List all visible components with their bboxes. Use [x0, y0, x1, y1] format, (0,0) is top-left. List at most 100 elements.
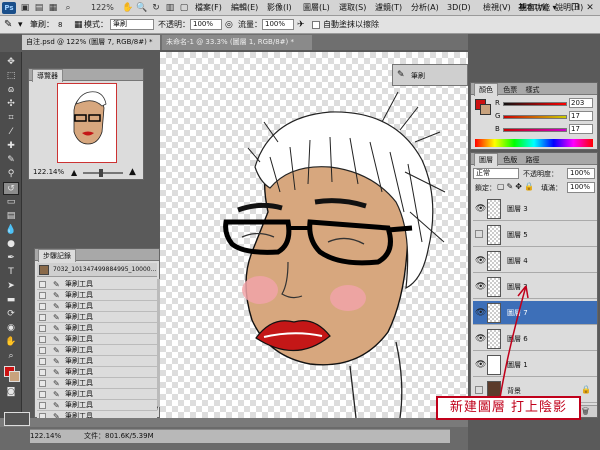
- brush-panel-button[interactable]: ✎ 筆刷: [392, 64, 468, 86]
- marquee-tool-icon[interactable]: ⬚: [3, 70, 19, 83]
- tab-styles[interactable]: 樣式: [522, 86, 542, 94]
- menu-item[interactable]: 說明(H): [555, 2, 583, 14]
- minibridge-icon[interactable]: ▤: [33, 2, 45, 14]
- navigator-thumbnail[interactable]: [57, 83, 117, 163]
- 3d-rotate-tool-icon[interactable]: ⟳: [3, 308, 19, 321]
- history-brush-tool-icon[interactable]: ↺: [3, 182, 19, 195]
- flow-input[interactable]: 100%: [262, 19, 294, 30]
- navigator-zoom-value[interactable]: 122.14%: [33, 168, 64, 176]
- history-brush-source-box[interactable]: [39, 347, 46, 354]
- close-icon[interactable]: ✕: [583, 2, 597, 14]
- history-state[interactable]: ✎ 筆刷工具: [37, 290, 157, 301]
- history-state[interactable]: ✎ 筆刷工具: [37, 356, 157, 367]
- hand-icon[interactable]: ✋: [122, 2, 134, 14]
- horizontal-scrollbar[interactable]: [0, 418, 468, 427]
- tab-layers[interactable]: 圖層: [474, 153, 498, 166]
- layer-row[interactable]: 圖層 5: [473, 223, 597, 247]
- r-value[interactable]: 203: [569, 98, 593, 108]
- history-state[interactable]: ✎ 筆刷工具: [37, 345, 157, 356]
- color-spectrum-bar[interactable]: [475, 139, 593, 147]
- history-brush-source-box[interactable]: [39, 402, 46, 409]
- menu-item[interactable]: 影像(I): [267, 2, 292, 14]
- zoom-out-icon[interactable]: ▲: [71, 169, 77, 177]
- history-brush-source-box[interactable]: [39, 358, 46, 365]
- r-slider[interactable]: [503, 102, 567, 106]
- history-state[interactable]: ✎ 筆刷工具: [37, 334, 157, 345]
- history-state[interactable]: ✎ 筆刷工具: [37, 367, 157, 378]
- zoom-level[interactable]: 122%: [91, 2, 114, 14]
- menu-item[interactable]: 濾鏡(T): [375, 2, 402, 14]
- menu-item[interactable]: 檔案(F): [195, 2, 222, 14]
- menu-item[interactable]: 3D(D): [447, 2, 471, 14]
- clone-stamp-tool-icon[interactable]: ⚲: [3, 168, 19, 181]
- brush-tool-icon[interactable]: ✎: [4, 19, 12, 31]
- hand-tool-icon[interactable]: ✋: [3, 336, 19, 349]
- history-brush-source-box[interactable]: [39, 281, 46, 288]
- history-brush-source-box[interactable]: [39, 325, 46, 332]
- status-zoom[interactable]: 122.14%: [30, 431, 61, 441]
- path-select-tool-icon[interactable]: ➤: [3, 280, 19, 293]
- history-brush-source-box[interactable]: [39, 369, 46, 376]
- gradient-tool-icon[interactable]: ▤: [3, 210, 19, 223]
- eyedropper-tool-icon[interactable]: ⁄: [3, 126, 19, 139]
- bridge-icon[interactable]: ▣: [19, 2, 31, 14]
- menu-item[interactable]: 選取(S): [339, 2, 366, 14]
- menu-item[interactable]: 視窗(W): [519, 2, 549, 14]
- pen-tool-icon[interactable]: ✒: [3, 252, 19, 265]
- history-brush-source-box[interactable]: [39, 380, 46, 387]
- opacity-input[interactable]: 100%: [190, 19, 222, 30]
- zoom-icon[interactable]: 🔍: [136, 2, 148, 14]
- tab-untitled-document[interactable]: 未命名-1 @ 33.3% (圖層 1, RGB/8#) *: [162, 35, 312, 50]
- bg-color-chip[interactable]: [480, 104, 491, 115]
- brush-tool-icon[interactable]: ✎: [3, 154, 19, 167]
- history-brush-source-box[interactable]: [39, 314, 46, 321]
- visibility-eye-icon[interactable]: 👁: [475, 204, 486, 214]
- eraser-tool-icon[interactable]: ▭: [3, 196, 19, 209]
- opacity-pressure-icon[interactable]: ◎: [225, 19, 233, 31]
- 3d-orbit-tool-icon[interactable]: ◉: [3, 322, 19, 335]
- history-brush-source-box[interactable]: [39, 303, 46, 310]
- layer-opacity-input[interactable]: 100%: [567, 168, 595, 179]
- quick-select-tool-icon[interactable]: ✣: [3, 98, 19, 111]
- history-state[interactable]: ✎ 筆刷工具: [37, 400, 157, 411]
- quick-mask-icon[interactable]: ◙: [3, 386, 19, 399]
- menu-item[interactable]: 編輯(E): [231, 2, 258, 14]
- zoom-in-icon[interactable]: ▲: [129, 168, 136, 177]
- move-tool-icon[interactable]: ✥: [3, 56, 19, 69]
- menu-item[interactable]: 檢視(V): [483, 2, 511, 14]
- auto-erase-checkbox[interactable]: [312, 21, 320, 29]
- history-state[interactable]: ✎ 筆刷工具: [37, 389, 157, 400]
- tool-preset-arrow-icon[interactable]: ▾: [18, 19, 23, 31]
- airbrush-icon[interactable]: ✈: [297, 19, 305, 31]
- healing-brush-tool-icon[interactable]: ✚: [3, 140, 19, 153]
- navigator-zoom-slider[interactable]: [83, 172, 123, 174]
- history-tab[interactable]: 步驟記錄: [38, 249, 76, 262]
- shape-tool-icon[interactable]: ▬: [3, 294, 19, 307]
- history-brush-source-box[interactable]: [39, 391, 46, 398]
- blend-mode-select[interactable]: 正常: [473, 168, 519, 179]
- zoom-tool-icon[interactable]: ⌕: [3, 350, 19, 363]
- dodge-tool-icon[interactable]: ●: [3, 238, 19, 251]
- tab-paths[interactable]: 路徑: [522, 156, 542, 164]
- history-state[interactable]: ✎ 筆刷工具: [37, 378, 157, 389]
- history-state[interactable]: ✎ 筆刷工具: [37, 323, 157, 334]
- visibility-eye-icon[interactable]: 👁: [475, 256, 486, 266]
- layer-row[interactable]: 👁 圖層 4: [473, 249, 597, 273]
- g-value[interactable]: 17: [569, 111, 593, 121]
- zoom-level-icon[interactable]: ⌕: [62, 2, 74, 14]
- brush-panel-toggle-icon[interactable]: ▦: [74, 19, 83, 31]
- menu-item[interactable]: 圖層(L): [303, 2, 330, 14]
- history-state[interactable]: ✎ 筆刷工具: [37, 301, 157, 312]
- tab-color[interactable]: 顏色: [474, 83, 498, 96]
- layer-row[interactable]: 👁 圖層 3: [473, 197, 597, 221]
- history-snapshot[interactable]: 7032_101347499884995_10000...: [37, 263, 157, 277]
- background-color-swatch[interactable]: [9, 371, 20, 382]
- fill-input[interactable]: 100%: [567, 182, 595, 193]
- mode-select[interactable]: 筆刷: [110, 19, 154, 30]
- history-state[interactable]: ✎ 筆刷工具: [37, 312, 157, 323]
- b-value[interactable]: 17: [569, 124, 593, 134]
- g-slider[interactable]: [503, 115, 567, 119]
- guides-icon[interactable]: ▦: [47, 2, 59, 14]
- b-slider[interactable]: [503, 128, 567, 132]
- document-canvas[interactable]: [160, 52, 468, 418]
